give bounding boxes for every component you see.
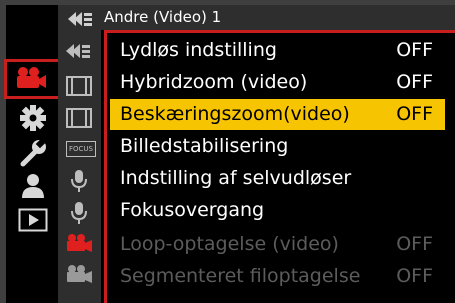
menu-item-value: OFF — [396, 265, 433, 287]
menu-item-label: Segmenteret filoptagelse — [120, 265, 361, 287]
menu-item-label: Billedstabilisering — [120, 135, 289, 157]
film-strip-icon[interactable] — [64, 75, 96, 99]
video-camera-red-icon[interactable] — [64, 233, 96, 257]
menu-item-value: OFF — [396, 103, 433, 125]
menu-item-value: OFF — [396, 39, 433, 61]
menu-item-loop-optagelse: Loop-optagelse (video) OFF — [110, 229, 445, 260]
menu-item-label: Beskæringszoom(video) — [120, 103, 350, 125]
tab-back-icon[interactable] — [66, 10, 94, 28]
person-icon[interactable] — [20, 172, 46, 200]
menu-item-label: Loop-optagelse (video) — [120, 233, 339, 255]
menu-item-lydlos-indstilling[interactable]: Lydløs indstilling OFF — [110, 35, 445, 66]
tab-back-icon[interactable] — [64, 42, 96, 66]
playback-icon[interactable] — [18, 208, 48, 232]
menu-item-value: OFF — [396, 233, 433, 255]
video-camera-icon[interactable] — [14, 66, 48, 90]
menu-item-label: Indstilling af selvudløser — [120, 167, 352, 189]
microphone-icon[interactable] — [64, 200, 96, 224]
menu-item-fokusovergang[interactable]: Fokusovergang — [110, 195, 445, 226]
microphone-icon[interactable] — [64, 168, 96, 192]
menu-item-billedstabilisering[interactable]: Billedstabilisering — [110, 131, 445, 162]
menu-item-value: OFF — [396, 71, 433, 93]
menu-item-beskaeringszoom[interactable]: Beskæringszoom(video) OFF — [110, 99, 445, 130]
video-camera-gray-icon[interactable] — [64, 264, 96, 288]
menu-item-label: Fokusovergang — [120, 199, 265, 221]
menu-item-hybridzoom[interactable]: Hybridzoom (video) OFF — [110, 67, 445, 98]
wrench-icon[interactable] — [18, 138, 48, 168]
menu-item-selvudloser[interactable]: Indstilling af selvudløser — [110, 163, 445, 194]
menu-item-label: Lydløs indstilling — [120, 39, 277, 61]
menu-item-segmenteret-filoptagelse: Segmenteret filoptagelse OFF — [110, 261, 445, 292]
gear-icon[interactable] — [18, 104, 48, 132]
focus-icon[interactable]: FOCUS — [66, 141, 96, 157]
page-title: Andre (Video) 1 — [104, 8, 222, 26]
menu-item-label: Hybridzoom (video) — [120, 71, 308, 93]
film-strip-icon[interactable] — [64, 107, 96, 131]
